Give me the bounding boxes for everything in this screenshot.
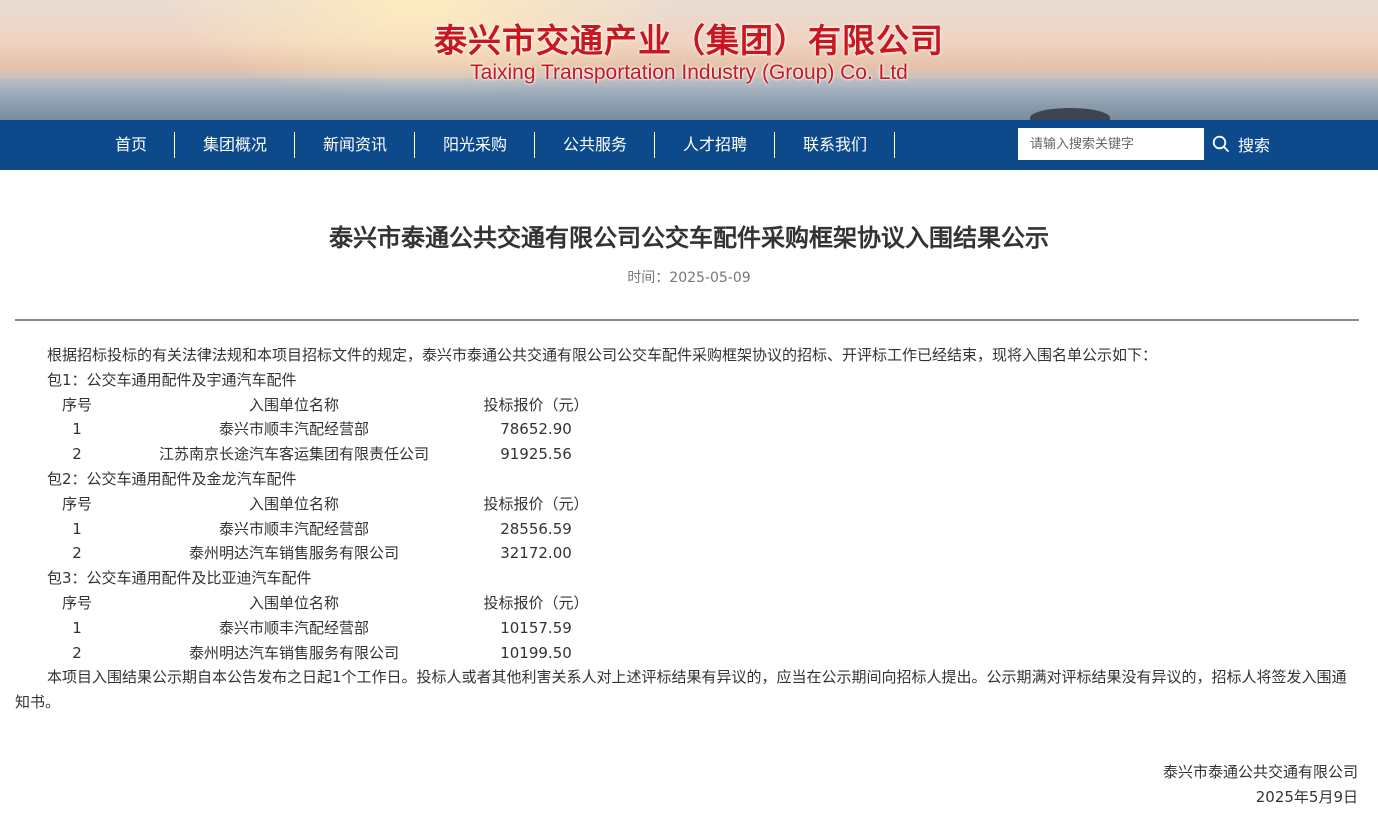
row-no: 1 [72, 420, 82, 439]
row-name: 泰兴市顺丰汽配经营部 [218, 618, 369, 637]
article-date: 时间：2025-05-09 [627, 270, 751, 286]
table-header-row: 序号 入围单位名称 投标报价（元） [15, 393, 1359, 418]
row-name: 江苏南京长途汽车客运集团有限责任公司 [158, 445, 429, 464]
table-row: 1 泰兴市顺丰汽配经营部 10157.59 [15, 616, 1359, 641]
row-name: 泰兴市顺丰汽配经营部 [218, 519, 369, 538]
header-price: 投标报价（元） [483, 395, 589, 414]
header-price: 投标报价（元） [483, 494, 589, 513]
package-title: 包2：公交车通用配件及金龙汽车配件 [47, 469, 297, 488]
table-row: 1 泰兴市顺丰汽配经营部 28556.59 [15, 517, 1359, 542]
search-icon [1212, 135, 1230, 153]
header-no: 序号 [62, 494, 93, 513]
row-no: 2 [72, 445, 82, 464]
search-button-label: 搜索 [1238, 136, 1271, 155]
closing-paragraph: 本项目入围结果公示期自本公告发布之日起1个工作日。投标人或者其他利害关系人对上述… [15, 668, 1347, 712]
row-name: 泰州明达汽车销售服务有限公司 [188, 643, 399, 662]
nav-item-recruitment[interactable]: 人才招聘 [655, 132, 775, 158]
nav-separator [894, 132, 895, 158]
signature-date: 2025年5月9日 [1255, 787, 1358, 806]
row-name: 泰兴市顺丰汽配经营部 [218, 420, 369, 439]
row-no: 1 [72, 519, 82, 538]
article-content: 根据招标投标的有关法律法规和本项目招标文件的规定，泰兴市泰通公共交通有限公司公交… [15, 343, 1359, 715]
header-name: 入围单位名称 [248, 395, 339, 414]
nav-item-news[interactable]: 新闻资讯 [295, 132, 415, 158]
header-name: 入围单位名称 [248, 593, 339, 612]
nav-item-public-service[interactable]: 公共服务 [535, 132, 655, 158]
search-input[interactable] [1018, 128, 1204, 160]
header-price: 投标报价（元） [483, 593, 589, 612]
table-row: 2 江苏南京长途汽车客运集团有限责任公司 91925.56 [15, 442, 1359, 467]
row-name: 泰州明达汽车销售服务有限公司 [188, 544, 399, 563]
divider [15, 319, 1359, 321]
table-row: 1 泰兴市顺丰汽配经营部 78652.90 [15, 417, 1359, 442]
nav-item-contact[interactable]: 联系我们 [775, 132, 895, 158]
main-nav: 首页 集团概况 新闻资讯 阳光采购 公共服务 人才招聘 联系我们 搜索 [0, 120, 1378, 170]
row-no: 1 [72, 618, 82, 637]
package-title: 包1：公交车通用配件及宇通汽车配件 [47, 370, 297, 389]
nav-item-procurement[interactable]: 阳光采购 [415, 132, 535, 158]
table-row: 2 泰州明达汽车销售服务有限公司 32172.00 [15, 541, 1359, 566]
header-no: 序号 [62, 593, 93, 612]
nav-item-overview[interactable]: 集团概况 [175, 132, 295, 158]
package-title: 包3：公交车通用配件及比亚迪汽车配件 [47, 569, 312, 588]
row-price: 78652.90 [500, 420, 572, 439]
signature-block: 泰兴市泰通公共交通有限公司 2025年5月9日 [1163, 760, 1358, 810]
row-price: 91925.56 [500, 445, 572, 464]
article-title: 泰兴市泰通公共交通有限公司公交车配件采购框架协议入围结果公示 [329, 224, 1049, 252]
row-price: 28556.59 [500, 519, 572, 538]
intro-paragraph: 根据招标投标的有关法律法规和本项目招标文件的规定，泰兴市泰通公共交通有限公司公交… [47, 346, 1158, 364]
nav-item-home[interactable]: 首页 [71, 132, 191, 158]
table-header-row: 序号 入围单位名称 投标报价（元） [15, 591, 1359, 616]
signature-org: 泰兴市泰通公共交通有限公司 [1162, 763, 1358, 781]
site-title-cn: 泰兴市交通产业（集团）有限公司 [434, 21, 944, 60]
site-title-en: Taixing Transportation Industry (Group) … [470, 61, 908, 84]
table-row: 2 泰州明达汽车销售服务有限公司 10199.50 [15, 641, 1359, 666]
row-no: 2 [72, 643, 82, 662]
row-price: 10157.59 [500, 618, 572, 637]
header-name: 入围单位名称 [248, 494, 339, 513]
table-header-row: 序号 入围单位名称 投标报价（元） [15, 492, 1359, 517]
header-no: 序号 [62, 395, 93, 414]
search-button[interactable]: 搜索 [1212, 128, 1292, 160]
site-banner: 泰兴市交通产业（集团）有限公司 Taixing Transportation I… [0, 0, 1378, 120]
row-no: 2 [72, 544, 82, 563]
row-price: 32172.00 [500, 544, 572, 563]
row-price: 10199.50 [500, 643, 572, 662]
